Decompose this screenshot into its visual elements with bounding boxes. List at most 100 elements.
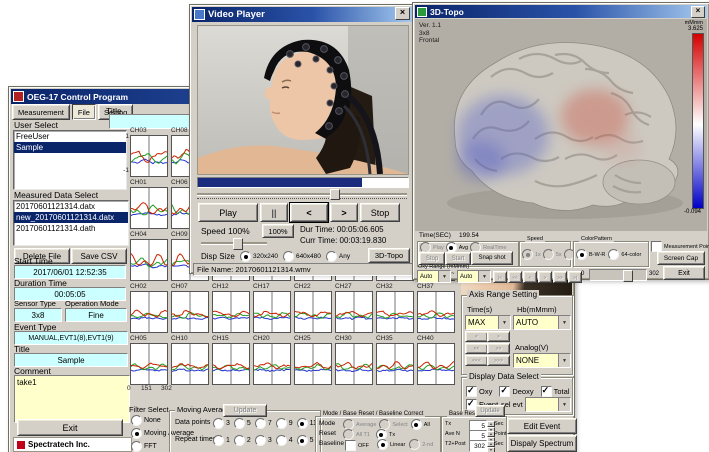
brain-3d-view[interactable]: Ver. 1.1 3x8 Frontal mMmm 3.625 -0.094 <box>415 19 707 231</box>
speed-slider[interactable] <box>201 238 267 248</box>
color-pattern-b-w-r[interactable]: B-W-R <box>576 249 605 260</box>
data-select-list[interactable]: 20170601121314.datxnew_20170601121314.da… <box>13 200 129 246</box>
hb-range-dropdown[interactable]: AUTO▼ <box>513 315 571 330</box>
data-points-9[interactable]: 9 <box>276 418 293 429</box>
display-check-total[interactable]: Total <box>541 386 570 397</box>
display-check-oxy[interactable]: Oxy <box>466 386 492 397</box>
video-progress-fill <box>198 178 362 187</box>
data-points-11[interactable]: 11 <box>297 418 317 429</box>
data-points-7[interactable]: 7 <box>255 418 272 429</box>
topo-slider-thumb[interactable] <box>623 270 633 282</box>
dropdown-arrow-icon[interactable]: ▼ <box>558 316 570 329</box>
video-player-window: Video Player × <box>189 4 415 274</box>
repeat-times-4[interactable]: 4 <box>276 435 293 446</box>
baseline-off-checkbox[interactable]: OFF <box>345 440 369 451</box>
dropdown-arrow-icon[interactable]: ▼ <box>558 354 570 367</box>
tab-file[interactable]: File <box>72 104 96 120</box>
analog-label: Analog(V) <box>515 343 548 352</box>
step-back-button[interactable]: < <box>290 203 328 222</box>
display-spectrum-button[interactable]: Dispaly Spectrum <box>507 435 577 452</box>
data-file-item[interactable]: 20170601121314.dath <box>14 223 128 234</box>
channel-cell-ch40: CH40 <box>417 335 455 385</box>
colorbar <box>692 33 704 209</box>
play-button[interactable]: Play <box>198 203 258 222</box>
colorbar-min: -0.094 <box>641 209 701 215</box>
user-select-list[interactable]: FreeUserSample <box>13 130 127 190</box>
user-list-item[interactable]: Sample <box>14 142 126 153</box>
channel-plot <box>335 291 373 333</box>
topo-titlebar[interactable]: 3D-Topo <box>415 5 707 18</box>
mode-label: Average <box>356 422 376 428</box>
screen-cap-button[interactable]: Screen Cap <box>657 251 705 265</box>
speed-reset-button[interactable]: 100% <box>262 224 294 238</box>
time-range-dropdown[interactable]: MAX▼ <box>465 315 511 330</box>
topo-button[interactable]: 3D-Topo <box>368 248 410 263</box>
channel-label: CH32 <box>376 283 414 291</box>
channel-cell-ch10: CH10 <box>171 335 209 385</box>
topo-frame-slider[interactable] <box>589 269 647 281</box>
save-csv-button[interactable]: Save CSV <box>71 248 127 264</box>
step-forward-button[interactable]: > <box>330 203 358 222</box>
close-icon[interactable]: × <box>691 6 705 18</box>
video-titlebar[interactable]: Video Player <box>192 7 412 22</box>
filter-select-label: Filter Select <box>129 405 169 414</box>
comment-input[interactable]: take1 <box>14 375 130 423</box>
radio-icon <box>377 439 388 450</box>
disp-size-320x240[interactable]: 320x240 <box>240 251 278 262</box>
tab-measurement[interactable]: Measurement <box>12 104 70 120</box>
oxy-range-from-dropdown[interactable]: Auto▼ <box>417 270 451 283</box>
disp-size-label: Disp Size <box>201 252 235 261</box>
dropdown-arrow-icon[interactable]: ▼ <box>478 271 490 282</box>
analog-dropdown[interactable]: NONE▼ <box>513 353 571 368</box>
topo-exit-button[interactable]: Exit <box>663 266 705 280</box>
data-points-5[interactable]: 5 <box>234 418 251 429</box>
data-file-item[interactable]: new_20170601121314.datx <box>14 212 128 223</box>
channel-plot <box>417 343 455 385</box>
dur-time: Dur Time: 00:05:06.605 <box>300 225 384 234</box>
seek-thumb[interactable] <box>330 189 340 200</box>
channel-plot <box>212 343 250 385</box>
brand-name: Spectratech Inc. <box>28 440 90 449</box>
repeat-times-5[interactable]: 5 <box>297 435 314 446</box>
repeat-times-2[interactable]: 2 <box>234 435 251 446</box>
dropdown-arrow-icon[interactable]: ▼ <box>498 316 510 329</box>
close-icon[interactable]: × <box>395 7 410 20</box>
axis-nav-buttons: <><<>><<<>>> <box>465 331 509 366</box>
exit-button[interactable]: Exit <box>17 419 123 436</box>
data-points-3[interactable]: 3 <box>213 418 230 429</box>
video-frame <box>197 25 409 175</box>
disp-size-640x480[interactable]: 640x480 <box>283 251 321 262</box>
display-check-deoxy[interactable]: Deoxy <box>499 386 533 397</box>
data-file-item[interactable]: 20170601121314.datx <box>14 201 128 212</box>
edit-event-button[interactable]: Edit Event <box>507 418 577 434</box>
checkbox-icon <box>345 440 356 451</box>
frame-nav-button: >| <box>568 271 582 283</box>
spectratech-logo-icon <box>17 441 25 449</box>
video-status-bar: File Name: 20170601121314.wmv <box>193 263 416 276</box>
video-seek-slider[interactable] <box>197 189 407 199</box>
color-pattern-label: ColorPattern <box>579 236 614 242</box>
data-points-label: 9 <box>289 420 293 427</box>
spinner-down-icon[interactable]: ▼ <box>487 447 495 452</box>
repeat-times-3[interactable]: 3 <box>255 435 272 446</box>
base-reset-spinner[interactable]: 302▲▼ <box>469 440 495 452</box>
colorbar-max: 3.625 <box>641 26 703 32</box>
dropdown-arrow-icon[interactable]: ▼ <box>438 271 450 282</box>
color-pattern-64-color[interactable]: 64-color <box>608 249 641 260</box>
speed-thumb[interactable] <box>233 238 243 250</box>
pause-button[interactable]: || <box>260 203 288 222</box>
dropdown-arrow-icon[interactable]: ▼ <box>558 398 570 411</box>
user-list-item[interactable]: FreeUser <box>14 131 126 142</box>
oxy-range-to-dropdown[interactable]: Auto▼ <box>457 270 491 283</box>
baseline-linear[interactable]: Linear <box>377 439 405 450</box>
speed-label: Speed 100% <box>201 226 250 236</box>
frame-nav-button: >> <box>553 271 567 283</box>
repeat-times-1[interactable]: 1 <box>213 435 230 446</box>
disp-size-any[interactable]: Any <box>326 251 350 262</box>
sel-evt-dropdown[interactable]: ▼ <box>525 397 571 412</box>
app-icon <box>13 91 24 102</box>
topo-snapshot-button[interactable]: Snap shot <box>471 251 513 265</box>
stop-button[interactable]: Stop <box>360 203 400 222</box>
mode-all[interactable]: All <box>411 419 430 430</box>
video-player-icon <box>194 9 205 20</box>
